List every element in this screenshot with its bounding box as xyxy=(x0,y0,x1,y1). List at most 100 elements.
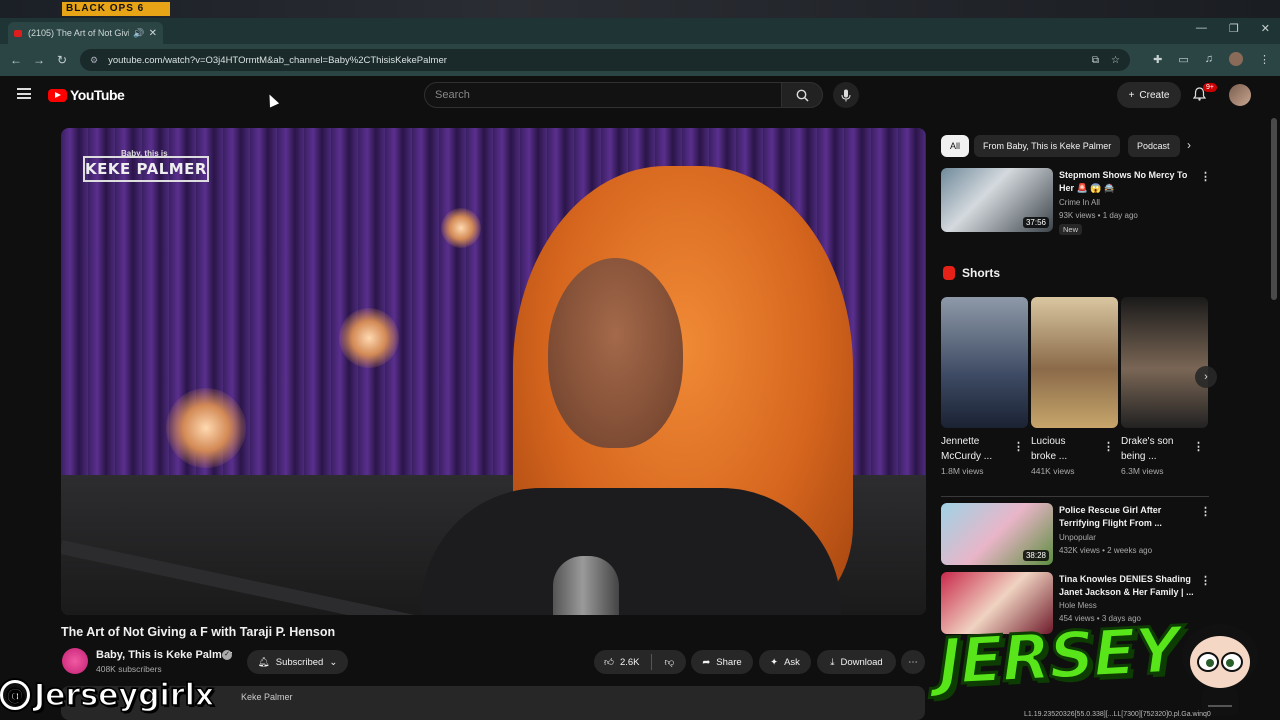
bell-outline-icon: 🔔︎ xyxy=(257,656,270,668)
address-bar[interactable]: ⚙ youtube.com/watch?v=O3j4HTOrmtM&ab_cha… xyxy=(80,49,1130,71)
video-thumbnail[interactable]: 38:28 xyxy=(941,503,1053,565)
title-line: being ... xyxy=(1121,451,1157,462)
divider xyxy=(941,496,1209,497)
more-vertical-icon[interactable]: ⋮ xyxy=(1200,170,1211,183)
short-title[interactable]: Drake's son being ... xyxy=(1121,434,1191,464)
channel-name[interactable]: Baby, This is Keke Palmer xyxy=(96,649,232,661)
video-meta: 432K views • 2 weeks ago xyxy=(1059,546,1153,555)
forward-icon[interactable]: → xyxy=(33,53,45,67)
channel-name[interactable]: Hole Mess xyxy=(1059,601,1097,610)
restore-icon[interactable]: ❐ xyxy=(1229,22,1239,35)
shorts-next-icon[interactable]: › xyxy=(1195,366,1217,388)
channel-name[interactable]: Crime In All xyxy=(1059,198,1100,207)
video-player[interactable]: Baby, this is KEKE PALMER xyxy=(61,128,926,615)
window-close-icon[interactable]: ✕ xyxy=(1261,22,1270,35)
title-line: Jennette xyxy=(941,436,980,447)
chip-from-channel[interactable]: From Baby, This is Keke Palmer xyxy=(974,135,1121,157)
youtube-logo[interactable]: YouTube xyxy=(48,87,125,103)
short-thumbnail[interactable] xyxy=(941,297,1028,428)
page-scrollbar[interactable] xyxy=(1271,118,1277,300)
profile-avatar-icon[interactable] xyxy=(1229,52,1243,66)
youtube-play-icon xyxy=(48,88,67,102)
chevron-right-icon[interactable]: › xyxy=(1187,138,1191,152)
user-avatar[interactable] xyxy=(1229,84,1251,106)
share-label: Share xyxy=(716,656,742,668)
bookmark-star-icon[interactable]: ☆ xyxy=(1111,55,1120,66)
site-info-icon[interactable]: ⚙ xyxy=(90,55,98,66)
video-title[interactable]: Stepmom Shows No Mercy To Her 🚨 😱 🚔 xyxy=(1059,169,1187,195)
more-vertical-icon[interactable]: ⋮ xyxy=(1200,574,1211,587)
title-line: Police Rescue Girl After xyxy=(1059,505,1162,515)
subscribed-button[interactable]: 🔔︎ Subscribed ⌄ xyxy=(247,650,348,674)
browser-menu-icon[interactable]: ⋮ xyxy=(1259,53,1270,66)
thumbs-down-icon[interactable]: 👎︎ xyxy=(664,656,674,668)
media-controls-icon[interactable]: ♫ xyxy=(1205,53,1213,65)
back-icon[interactable]: ← xyxy=(10,53,22,67)
search-button[interactable] xyxy=(781,82,823,108)
minimize-icon[interactable]: — xyxy=(1196,22,1207,35)
tab-audio-icon[interactable]: 🔊 xyxy=(133,28,144,39)
browser-tab-bar: (2105) The Art of Not Giving 🔊 ✕ + xyxy=(0,18,1280,56)
more-vertical-icon[interactable]: ⋮ xyxy=(1103,440,1114,453)
microphone-prop xyxy=(553,556,619,615)
extensions-icon[interactable]: ✚ xyxy=(1153,53,1162,66)
channel-avatar[interactable] xyxy=(62,648,88,674)
more-actions-button[interactable]: ⋯ xyxy=(901,650,925,674)
url-text: youtube.com/watch?v=O3j4HTOrmtM&ab_chann… xyxy=(108,54,447,66)
download-icon: ⤓ xyxy=(830,656,835,668)
like-count: 2.6K xyxy=(619,656,640,668)
extensions-area: ✚ ▭ ♫ ⋮ xyxy=(1153,52,1270,66)
more-horizontal-icon: ⋯ xyxy=(908,656,918,668)
channel-name[interactable]: Unpopular xyxy=(1059,533,1096,542)
video-title[interactable]: Tina Knowles DENIES Shading Janet Jackso… xyxy=(1059,573,1194,599)
cast-icon[interactable]: ⧉ xyxy=(1092,55,1099,66)
more-vertical-icon[interactable]: ⋮ xyxy=(1013,440,1024,453)
shorts-label: Shorts xyxy=(962,266,1001,280)
video-title: The Art of Not Giving a F with Taraji P.… xyxy=(61,625,336,639)
search-input[interactable]: Search xyxy=(424,82,782,108)
youtube-header: YouTube Search + Create 9+ xyxy=(0,76,1280,116)
notifications-button[interactable]: 9+ xyxy=(1192,83,1217,106)
short-views: 1.8M views xyxy=(941,466,984,476)
title-line: Her 🚨 😱 🚔 xyxy=(1059,183,1116,193)
ask-label: Ask xyxy=(784,656,800,668)
verified-icon: ✓ xyxy=(222,650,232,660)
chip-all[interactable]: All xyxy=(941,135,970,157)
like-dislike-group: 👍︎ 2.6K 👎︎ xyxy=(594,650,686,674)
video-subject-face xyxy=(548,258,683,448)
ask-button[interactable]: ✦ Ask xyxy=(759,650,811,674)
video-thumbnail[interactable]: 37:56 xyxy=(941,168,1053,232)
reload-icon[interactable]: ↻ xyxy=(57,53,67,67)
short-thumbnail[interactable] xyxy=(1121,297,1208,428)
like-button[interactable]: 👍︎ 2.6K xyxy=(604,656,640,669)
short-title[interactable]: Jennette McCurdy ... xyxy=(941,434,1011,464)
chip-podcast[interactable]: Podcast xyxy=(1128,135,1180,157)
video-title[interactable]: Police Rescue Girl After Terrifying Flig… xyxy=(1059,504,1162,530)
more-vertical-icon[interactable]: ⋮ xyxy=(1200,505,1211,518)
overlay-status-text: L1.19.23520326[55.0.338][...LL[7300][752… xyxy=(1024,711,1211,718)
short-title[interactable]: Lucious broke ... xyxy=(1031,434,1101,464)
desktop-background-strip: BLACK OPS 6 xyxy=(0,0,1280,18)
game-logo: BLACK OPS 6 xyxy=(62,2,170,16)
create-button[interactable]: + Create xyxy=(1117,82,1181,108)
title-line: Drake's son xyxy=(1121,436,1174,447)
sidebar-icon[interactable]: ▭ xyxy=(1178,53,1188,66)
browser-tab[interactable]: (2105) The Art of Not Giving 🔊 ✕ xyxy=(8,22,163,44)
voice-search-button[interactable] xyxy=(833,82,859,108)
tab-close-icon[interactable]: ✕ xyxy=(149,28,157,39)
short-thumbnail[interactable] xyxy=(1031,297,1118,428)
download-button[interactable]: ⤓ Download xyxy=(817,650,896,674)
video-duration: 37:56 xyxy=(1022,217,1049,228)
menu-icon[interactable] xyxy=(17,88,31,99)
subscribed-label: Subscribed xyxy=(275,656,324,668)
browser-toolbar: ← → ↻ ⚙ youtube.com/watch?v=O3j4HTOrmtM&… xyxy=(0,44,1280,76)
microphone-icon xyxy=(841,89,851,101)
create-label: Create xyxy=(1139,89,1170,101)
watermark-text: Jerseygirlx xyxy=(33,677,215,714)
more-vertical-icon[interactable]: ⋮ xyxy=(1193,440,1204,453)
short-views: 441K views xyxy=(1031,466,1075,476)
share-icon: ➦ xyxy=(702,656,711,668)
share-button[interactable]: ➦ Share xyxy=(691,650,753,674)
video-lamp xyxy=(166,388,246,468)
youtube-favicon-icon xyxy=(14,29,22,37)
